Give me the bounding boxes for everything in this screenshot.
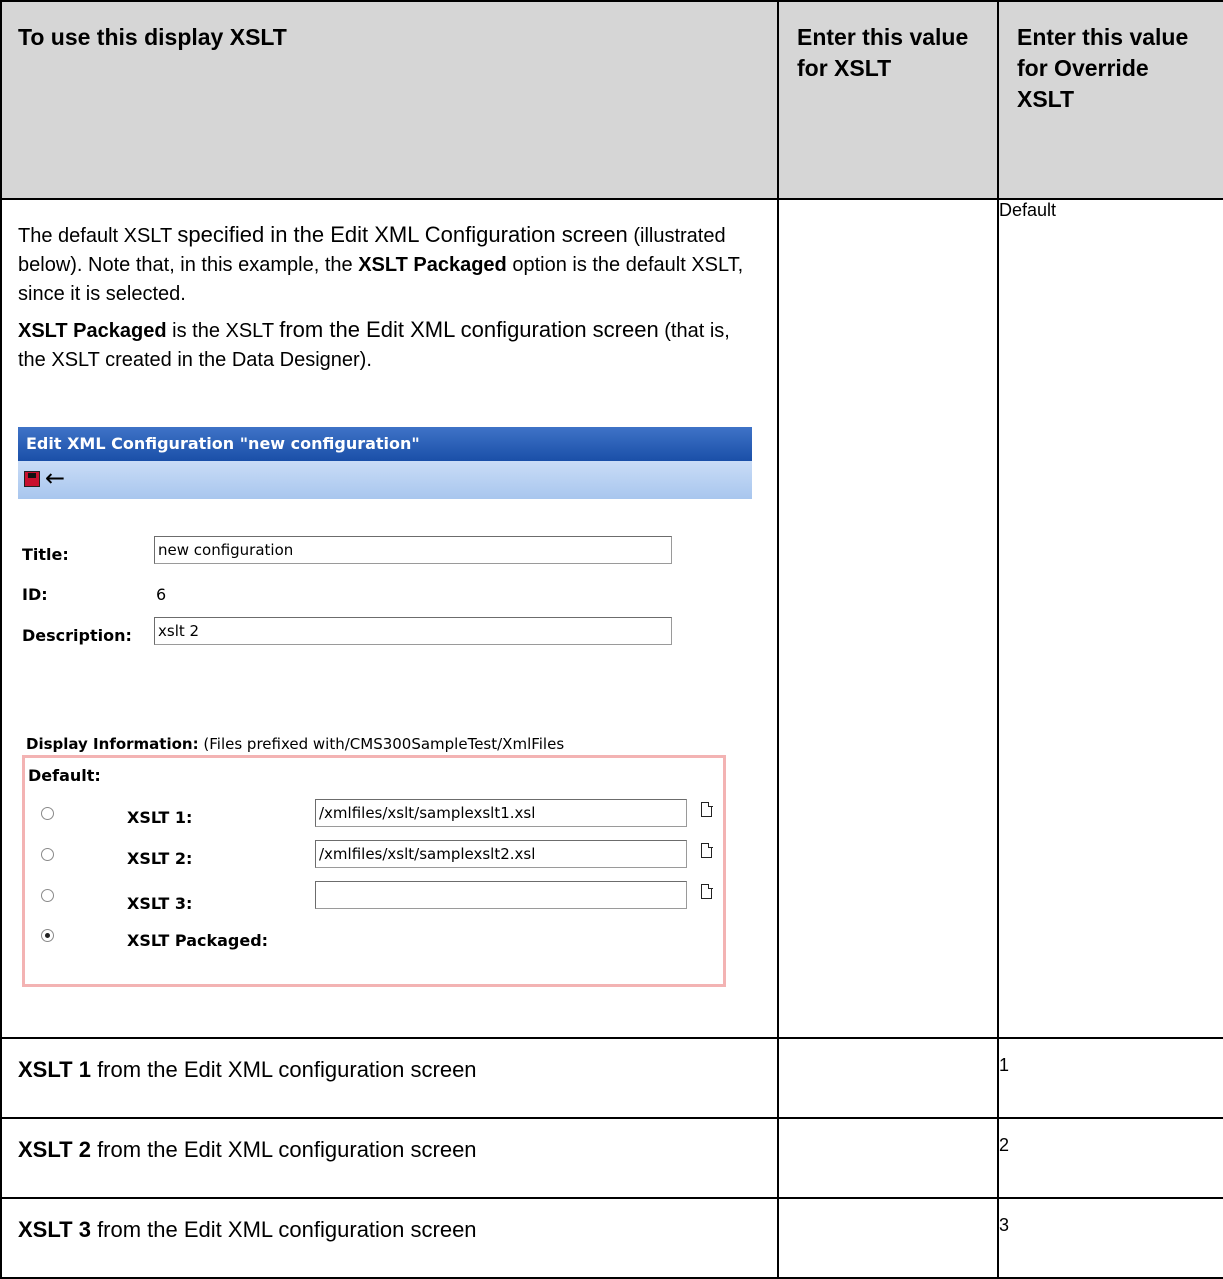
override-value-cell: 3 — [997, 1197, 1223, 1279]
paragraph-xslt-packaged: XSLT Packaged is the XSLT from the Edit … — [18, 317, 730, 371]
id-value: 6 — [156, 585, 167, 604]
xslt3-input[interactable] — [315, 881, 687, 909]
file-browse-icon[interactable] — [701, 842, 713, 858]
file-browse-icon[interactable] — [701, 801, 713, 817]
description-label: Description: — [22, 626, 132, 645]
default-label: Default: — [28, 766, 101, 785]
xslt3-label: XSLT 3: — [127, 894, 193, 913]
override-value-cell: 2 — [997, 1117, 1223, 1199]
header-xslt-value: Enter this value for XSLT — [777, 0, 999, 200]
xslt-packaged-radio[interactable] — [41, 929, 54, 942]
xslt2-label: XSLT 2: — [127, 849, 193, 868]
xslt-table: To use this display XSLT Enter this valu… — [0, 0, 1223, 1279]
table-row: XSLT 2 from the Edit XML configuration s… — [0, 1117, 1223, 1199]
header-override-value: Enter this value for Override XSLT — [997, 0, 1223, 200]
save-icon[interactable] — [24, 471, 40, 487]
xslt2-input[interactable]: /xmlfiles/xslt/samplexslt2.xsl — [315, 840, 687, 868]
xslt3-radio[interactable] — [41, 889, 54, 902]
header-display-xslt: To use this display XSLT — [0, 0, 779, 200]
table-row: XSLT 1 from the Edit XML configuration s… — [0, 1037, 1223, 1119]
paragraph-default-xslt: The default XSLT specified in the Edit X… — [18, 222, 744, 305]
xslt-value-cell — [777, 1197, 999, 1279]
toolbar: ← — [18, 461, 752, 499]
row-description-cell: XSLT 2 from the Edit XML configuration s… — [0, 1117, 779, 1199]
header-row: To use this display XSLT Enter this valu… — [0, 0, 1223, 200]
description-input[interactable]: xslt 2 — [154, 617, 672, 645]
edit-xml-configuration-screenshot: Edit XML Configuration "new configuratio… — [18, 427, 752, 987]
xslt1-label: XSLT 1: — [127, 808, 193, 827]
xslt-value-cell — [777, 1117, 999, 1199]
file-browse-icon[interactable] — [701, 883, 713, 899]
table-row: XSLT 3 from the Edit XML configuration s… — [0, 1197, 1223, 1279]
override-value-cell: Default — [997, 198, 1223, 1039]
xslt-packaged-label: XSLT Packaged: — [127, 931, 269, 950]
window-title: Edit XML Configuration "new configuratio… — [18, 427, 752, 461]
xslt1-radio[interactable] — [41, 807, 54, 820]
title-label: Title: — [22, 545, 69, 564]
xslt-value-cell — [777, 198, 999, 1039]
row-description-cell: XSLT 1 from the Edit XML configuration s… — [0, 1037, 779, 1119]
override-value-cell: 1 — [997, 1037, 1223, 1119]
table-row: The default XSLT specified in the Edit X… — [0, 198, 1223, 1039]
back-arrow-icon[interactable]: ← — [45, 463, 65, 493]
xslt1-input[interactable]: /xmlfiles/xslt/samplexslt1.xsl — [315, 799, 687, 827]
id-label: ID: — [22, 585, 48, 604]
row-description-cell: XSLT 3 from the Edit XML configuration s… — [0, 1197, 779, 1279]
xslt2-radio[interactable] — [41, 848, 54, 861]
title-input[interactable]: new configuration — [154, 536, 672, 564]
xslt-value-cell — [777, 1037, 999, 1119]
row-description-cell: The default XSLT specified in the Edit X… — [0, 198, 779, 1039]
display-information-box: Default: XSLT 1: /xmlfiles/xslt/samplexs… — [22, 755, 726, 987]
